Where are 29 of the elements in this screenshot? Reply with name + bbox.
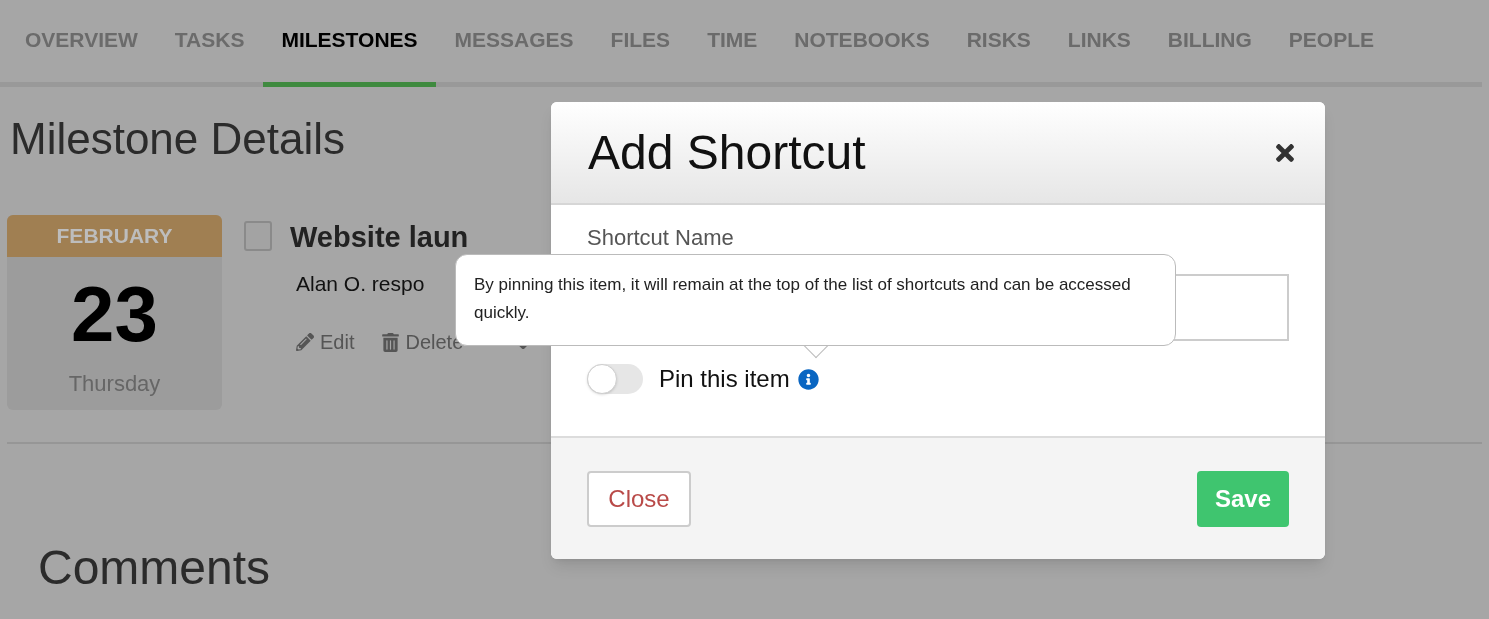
save-button[interactable]: Save [1197,470,1289,527]
dialog-title: Add Shortcut [588,124,866,181]
info-icon[interactable] [797,368,819,390]
day-number: 23 [71,274,158,353]
tab[interactable]: NOTEBOOKS [794,24,930,87]
toggle-switch[interactable] [587,364,643,394]
tab[interactable]: PEOPLE [1288,24,1375,87]
pencil-icon [296,333,314,351]
tab[interactable]: BILLING [1167,24,1252,87]
responsible-text: Alan O. respo [296,270,425,297]
tab[interactable]: RISKS [966,24,1031,87]
tab[interactable]: TASKS [174,24,245,87]
checkbox[interactable] [244,220,272,251]
page-title: Milestone Details [10,116,346,161]
month-label: FEBRUARY [7,214,222,257]
action-link[interactable]: Edit [296,327,355,357]
milestone-title[interactable]: Website laun [290,222,534,252]
tab[interactable]: MILESTONES [263,24,436,87]
field-label: Shortcut Name [587,224,734,252]
tab[interactable]: FILES [610,24,671,87]
tab[interactable]: LINKS [1067,24,1131,87]
pin-label: Pin this item [659,364,790,394]
trash-icon [382,332,400,352]
close-button[interactable]: Close [587,470,691,527]
tab[interactable]: OVERVIEW [25,24,138,87]
comments-title: Comments [38,543,272,592]
tab[interactable]: MESSAGES [454,24,574,87]
action-link[interactable]: Delete [382,327,464,357]
tab[interactable]: TIME [707,24,758,87]
